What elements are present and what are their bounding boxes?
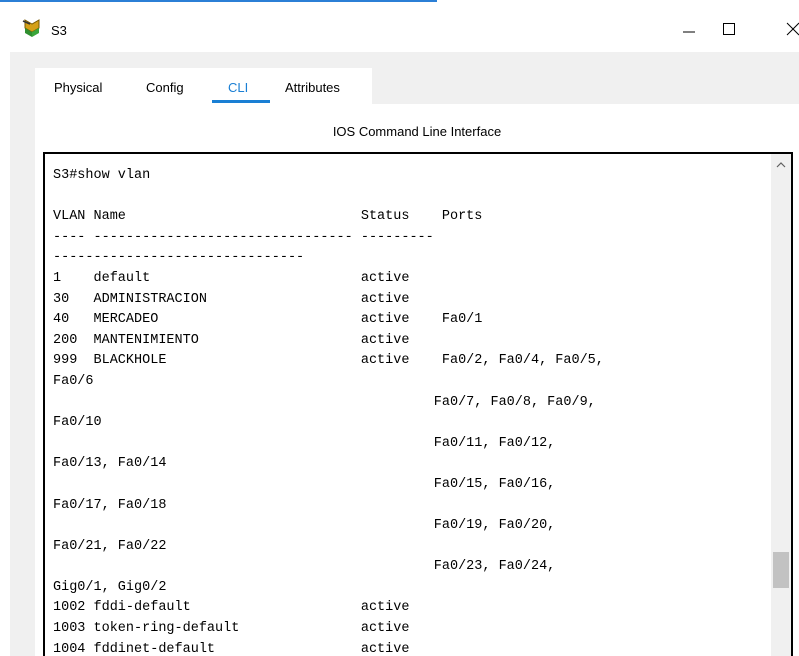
terminal-output[interactable]: S3#show vlan VLAN Name Status Ports ----… xyxy=(53,166,763,656)
terminal-line: Gig0/1, Gig0/2 xyxy=(53,579,167,595)
title-bar[interactable]: S3 xyxy=(0,2,799,52)
terminal-line: Fa0/7, Fa0/8, Fa0/9, xyxy=(53,394,596,410)
terminal-line: VLAN Name Status Ports xyxy=(53,209,483,225)
terminal-line: Fa0/17, Fa0/18 xyxy=(53,497,167,513)
minimize-icon xyxy=(683,31,695,33)
tab-physical[interactable]: Physical xyxy=(54,80,102,95)
close-button[interactable] xyxy=(778,16,799,42)
terminal-line: Fa0/23, Fa0/24, xyxy=(53,559,556,575)
terminal-line: S3#show vlan xyxy=(53,168,151,183)
vertical-scrollbar[interactable] xyxy=(771,154,791,656)
terminal-line: 1004 fddinet-default active xyxy=(53,641,410,656)
terminal-line: 1002 fddi-default active xyxy=(53,600,410,616)
terminal-line: Fa0/19, Fa0/20, xyxy=(53,518,556,534)
terminal-line: ---- -------------------------------- --… xyxy=(53,229,434,245)
active-tab-indicator xyxy=(212,100,270,103)
terminal-line: 1 default active xyxy=(53,270,410,286)
switch-network-icon xyxy=(21,18,43,38)
close-icon xyxy=(786,22,799,36)
terminal-line: Fa0/15, Fa0/16, xyxy=(53,476,556,492)
terminal-line: Fa0/10 xyxy=(53,415,102,431)
maximize-button[interactable] xyxy=(714,16,744,42)
maximize-icon xyxy=(723,23,735,35)
scroll-down-button[interactable] xyxy=(771,652,791,656)
scrollbar-thumb[interactable] xyxy=(773,552,789,588)
terminal-line: 999 BLACKHOLE active Fa0/2, Fa0/4, Fa0/5… xyxy=(53,353,604,369)
terminal-line: ------------------------------- xyxy=(53,250,305,266)
tab-cli[interactable]: CLI xyxy=(228,80,248,95)
window-title: S3 xyxy=(51,23,67,38)
terminal-line: Fa0/6 xyxy=(53,373,94,389)
tab-attributes[interactable]: Attributes xyxy=(285,80,340,95)
tab-config[interactable]: Config xyxy=(146,80,184,95)
chevron-up-icon xyxy=(776,162,786,168)
cli-terminal[interactable]: S3#show vlan VLAN Name Status Ports ----… xyxy=(43,152,793,656)
minimize-button[interactable] xyxy=(674,16,704,42)
terminal-line: 40 MERCADEO active Fa0/1 xyxy=(53,312,483,328)
scroll-up-button[interactable] xyxy=(771,154,791,176)
terminal-line: Fa0/21, Fa0/22 xyxy=(53,538,167,554)
terminal-line: 200 MANTENIMIENTO active xyxy=(53,332,410,348)
app-window: S3 Physical Config CLI Attributes IOS Co… xyxy=(0,0,799,656)
panel-title: IOS Command Line Interface xyxy=(332,124,502,139)
terminal-line: 30 ADMINISTRACION active xyxy=(53,291,410,307)
terminal-line: Fa0/11, Fa0/12, xyxy=(53,435,556,451)
cli-panel: IOS Command Line Interface S3#show vlan … xyxy=(35,104,799,656)
device-body: Physical Config CLI Attributes IOS Comma… xyxy=(10,52,799,656)
terminal-line: Fa0/13, Fa0/14 xyxy=(53,456,167,472)
tab-bar: Physical Config CLI Attributes xyxy=(35,68,372,104)
terminal-line: 1003 token-ring-default active xyxy=(53,621,410,637)
